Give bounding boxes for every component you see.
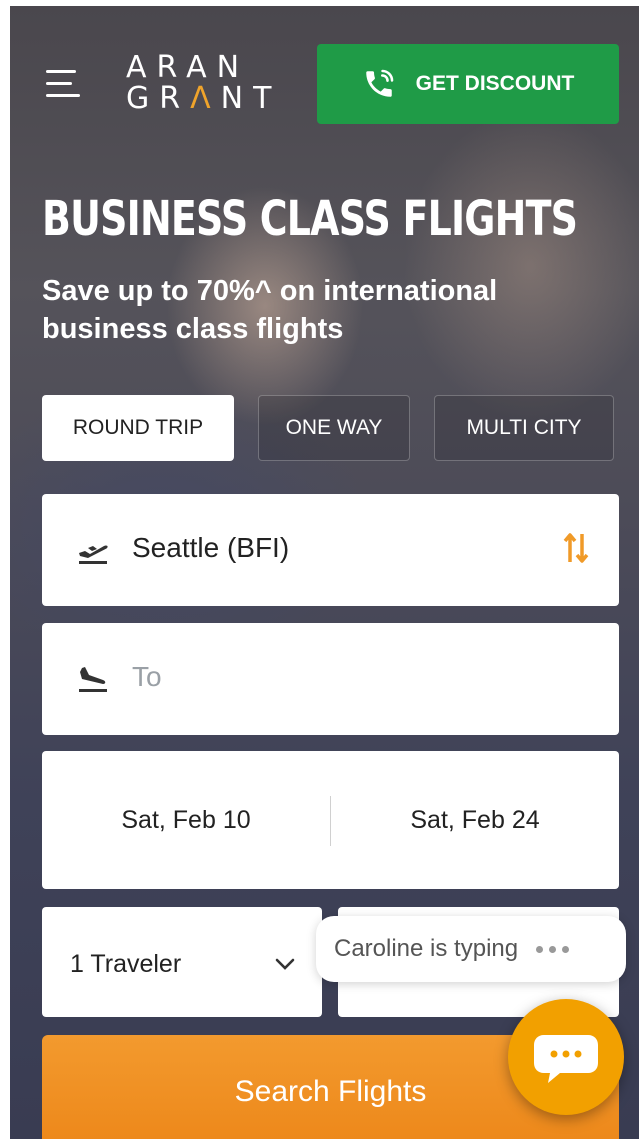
return-date[interactable]: Sat, Feb 24 — [331, 751, 619, 889]
plane-landing-icon — [79, 667, 107, 692]
typing-text: Caroline is typing — [334, 935, 519, 962]
tab-one-way[interactable]: ONE WAY — [258, 395, 410, 461]
travelers-value: 1 Traveler — [70, 950, 182, 978]
phone-icon — [365, 69, 393, 97]
from-value: Seattle (BFI) — [132, 532, 290, 563]
page-title: BUSINESS CLASS FLIGHTS — [42, 191, 578, 247]
tab-multi-city[interactable]: MULTI CITY — [434, 395, 614, 461]
chevron-down-icon — [275, 958, 295, 970]
swap-arrows-icon[interactable] — [563, 532, 589, 564]
get-discount-button[interactable]: GET DISCOUNT — [317, 44, 619, 124]
plane-takeoff-icon — [79, 545, 108, 564]
hero-subtitle: Save up to 70%^ on international busines… — [42, 275, 498, 345]
get-discount-label: GET DISCOUNT — [415, 72, 575, 95]
chat-button[interactable] — [508, 999, 624, 1115]
to-placeholder: To — [132, 661, 162, 692]
typing-dots-icon — [536, 945, 570, 953]
logo-line-1: ARAN — [126, 50, 250, 85]
aran-grant-logo[interactable]: ARAN GRΛNT — [126, 52, 281, 114]
logo-line-2: GRΛNT — [126, 81, 282, 116]
page-background: ARAN GRΛNT GET DISCOUNT BUSINESS CLASS F… — [10, 6, 639, 1139]
to-field[interactable]: To — [42, 623, 619, 735]
hamburger-menu-icon[interactable] — [46, 66, 84, 102]
depart-date[interactable]: Sat, Feb 10 — [42, 751, 330, 889]
from-field[interactable]: Seattle (BFI) — [42, 494, 619, 606]
chat-bubble-icon — [534, 1035, 598, 1083]
travelers-select[interactable]: 1 Traveler — [42, 907, 322, 1017]
date-picker[interactable]: Sat, Feb 10 Sat, Feb 24 — [42, 751, 619, 889]
tab-round-trip[interactable]: ROUND TRIP — [42, 395, 234, 461]
chat-typing-bubble[interactable]: Caroline is typing — [316, 916, 626, 982]
